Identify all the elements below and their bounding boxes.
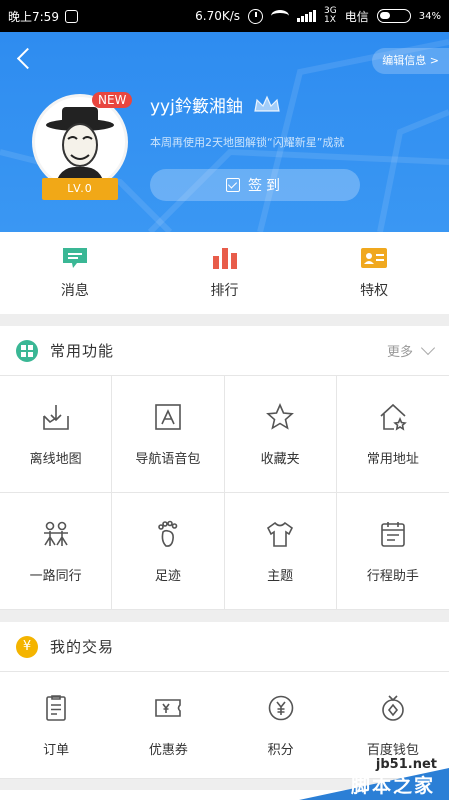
function-label: 常用地址 [366, 451, 419, 467]
trade-label: 百度钱包 [366, 742, 419, 758]
function-label: 收藏夹 [260, 451, 300, 467]
quick-label-message: 消息 [60, 283, 89, 299]
common-address-icon [380, 403, 407, 431]
status-time: 晚上7:59 [8, 9, 59, 24]
more-label: 更多 [386, 345, 413, 360]
username-row: yyj鈐籔湘鈾 [150, 92, 281, 117]
theme-icon [267, 521, 294, 547]
trade-label: 优惠券 [148, 742, 188, 758]
function-voice-package[interactable]: 导航语音包 [112, 376, 225, 493]
chevron-down-icon [420, 340, 436, 356]
network-type: 3G 1X [324, 6, 337, 25]
function-common-address[interactable]: 常用地址 [336, 376, 449, 493]
function-offline-map[interactable]: 离线地图 [0, 376, 113, 493]
trade-label: 订单 [43, 742, 70, 758]
my-trade-title: 我的交易 [50, 638, 115, 656]
voice-package-icon [155, 403, 181, 430]
function-label: 导航语音包 [135, 451, 201, 467]
status-bar: 晚上7:59 6.70K/s 3G 1X 电信 34% [0, 0, 449, 32]
checkbox-icon [226, 178, 240, 192]
carrier-name: 电信 [344, 9, 369, 24]
function-theme[interactable]: 主题 [224, 493, 337, 610]
offline-map-icon [42, 404, 69, 430]
signin-button[interactable]: 签到 [150, 169, 360, 201]
function-trip-assistant[interactable]: 行程助手 [336, 493, 449, 610]
function-label: 离线地图 [29, 451, 82, 467]
username: yyj鈐籔湘鈾 [150, 97, 243, 117]
trade-label: 积分 [267, 742, 294, 758]
wallet-icon [382, 694, 404, 721]
signal-icon [297, 10, 317, 22]
edit-info-button[interactable]: 编辑信息 > [372, 48, 449, 74]
watermark-url: jb51.net [375, 757, 437, 772]
avatar-image [46, 107, 114, 187]
points-icon [268, 695, 293, 720]
trip-assistant-icon [381, 521, 405, 547]
quick-item-privilege[interactable]: 特权 [299, 232, 449, 314]
battery-level: 34% [418, 10, 441, 22]
footprint-icon [158, 520, 178, 547]
function-travel-together[interactable]: 一路同行 [0, 493, 113, 610]
avatar[interactable] [32, 94, 128, 190]
common-functions-header: 常用功能 更多 [0, 326, 449, 376]
more-button[interactable]: 更多 [386, 340, 436, 360]
function-footprint[interactable]: 足迹 [112, 493, 225, 610]
quick-actions: 消息 排行 特权 [0, 232, 449, 314]
ranking-icon [212, 248, 237, 269]
coupon-icon [155, 698, 182, 717]
alarm-icon [248, 8, 264, 24]
function-label: 一路同行 [29, 568, 82, 584]
crown-icon[interactable] [253, 95, 281, 115]
function-label: 行程助手 [366, 568, 419, 584]
level-badge: LV.0 [42, 178, 118, 200]
privilege-icon [361, 248, 388, 268]
function-label: 足迹 [154, 568, 181, 584]
watermark-text: 脚本之家 [350, 775, 435, 797]
travel-together-icon [43, 521, 68, 546]
message-icon [62, 248, 87, 268]
my-trade-header: ¥ 我的交易 [0, 622, 449, 672]
quick-item-message[interactable]: 消息 [0, 232, 150, 314]
watermark: jb51.net 脚本之家 [299, 757, 449, 800]
common-functions-section: 常用功能 更多 离线地图 导航语音包 收藏夹 常用地址 一路同行 足迹 主题 行… [0, 326, 449, 610]
back-button[interactable] [14, 46, 36, 72]
wifi-icon [271, 10, 290, 22]
function-label: 主题 [267, 568, 294, 584]
signin-label: 签到 [248, 178, 284, 194]
battery-icon [376, 9, 411, 23]
quick-label-privilege: 特权 [360, 283, 389, 299]
quick-item-ranking[interactable]: 排行 [150, 232, 300, 314]
profile-header: 编辑信息 > NEW LV.0 yyj鈐籔湘鈾 本周再使用2天地图解锁“闪耀新星… [0, 32, 449, 232]
grid-icon [16, 339, 38, 362]
favorites-icon [266, 402, 295, 430]
network-speed: 6.70K/s [195, 9, 241, 23]
trade-order[interactable]: 订单 [0, 672, 113, 779]
my-trade-section: ¥ 我的交易 订单 优惠券 积分 百度钱包 [0, 622, 449, 779]
yen-icon: ¥ [16, 635, 38, 658]
trade-coupon[interactable]: 优惠券 [112, 672, 225, 779]
new-badge: NEW [92, 92, 133, 108]
achievement-tip: 本周再使用2天地图解锁“闪耀新星”成就 [150, 136, 345, 149]
common-functions-title: 常用功能 [50, 342, 115, 360]
qq-icon [64, 9, 78, 23]
common-functions-grid: 离线地图 导航语音包 收藏夹 常用地址 一路同行 足迹 主题 行程助手 [0, 376, 449, 610]
quick-label-ranking: 排行 [210, 283, 239, 299]
function-favorites[interactable]: 收藏夹 [224, 376, 337, 493]
order-icon [46, 694, 66, 721]
